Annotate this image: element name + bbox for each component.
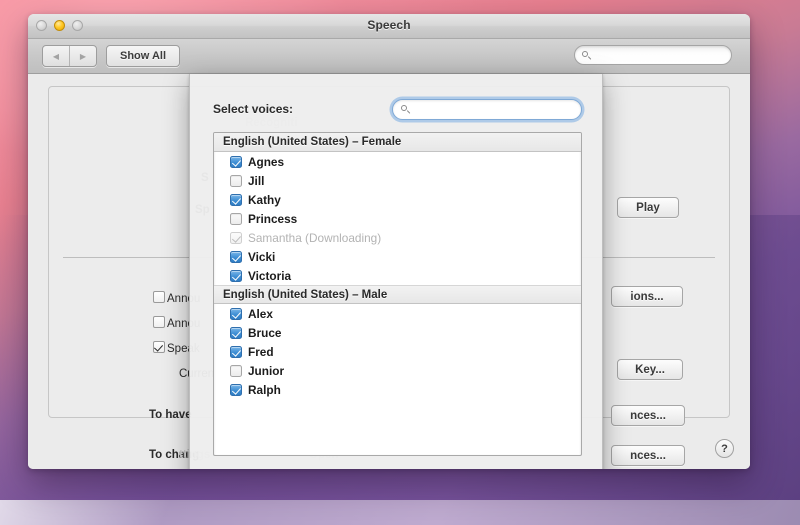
voice-checkbox[interactable] [230, 213, 242, 225]
voice-row[interactable]: Fred [214, 342, 581, 361]
background-button: ions... [611, 286, 683, 307]
voice-row: Samantha (Downloading) [214, 228, 581, 247]
voice-label: Ralph [248, 383, 281, 397]
voice-list[interactable]: English (United States) – Female Agnes Jil… [213, 132, 582, 456]
voice-row[interactable]: Princess [214, 209, 581, 228]
background-checkbox [153, 291, 165, 303]
search-icon [582, 51, 591, 60]
voice-row[interactable]: Jill [214, 171, 581, 190]
page-title: Speech [28, 18, 750, 32]
voice-search-field[interactable] [392, 99, 582, 120]
voice-label: Jill [248, 174, 264, 188]
voice-label: Samantha (Downloading) [248, 231, 381, 245]
forward-button[interactable]: ▶ [69, 46, 96, 66]
voice-group-header: English (United States) – Male [214, 285, 581, 304]
background-checkbox [153, 316, 165, 328]
voice-row[interactable]: Victoria [214, 266, 581, 285]
voice-label: Vicki [248, 250, 275, 264]
preferences-content: SSpAnnouAnnouSpeakCurrenTo haveTo chang … [28, 74, 750, 469]
voice-row[interactable]: Bruce [214, 323, 581, 342]
voice-checkbox[interactable] [230, 251, 242, 263]
background-button: Play [617, 197, 679, 218]
voice-checkbox[interactable] [230, 384, 242, 396]
back-button[interactable]: ◀ [43, 46, 69, 66]
voice-checkbox[interactable] [230, 346, 242, 358]
voice-label: Junior [248, 364, 284, 378]
voice-checkbox[interactable] [230, 194, 242, 206]
voice-checkbox [230, 232, 242, 244]
show-all-button[interactable]: Show All [106, 45, 180, 67]
system-preferences-window: Speech ◀ ▶ Show All SSpAnnouAnnouSpeakCu… [28, 14, 750, 469]
voice-checkbox[interactable] [230, 156, 242, 168]
toolbar-search-field[interactable] [574, 45, 732, 65]
window-titlebar[interactable]: Speech [28, 14, 750, 39]
voice-label: Alex [248, 307, 273, 321]
background-checkbox [153, 341, 165, 353]
voice-label: Kathy [248, 193, 281, 207]
voice-row[interactable]: Agnes [214, 152, 581, 171]
voice-checkbox[interactable] [230, 308, 242, 320]
voice-label: Agnes [248, 155, 284, 169]
background-button: nces... [611, 445, 685, 466]
window-toolbar: ◀ ▶ Show All [28, 39, 750, 74]
search-icon [401, 105, 410, 114]
search-input[interactable] [595, 48, 719, 62]
select-voices-sheet: Select voices: English (United States) –… [189, 74, 603, 469]
voice-row[interactable]: Kathy [214, 190, 581, 209]
voice-label: Bruce [248, 326, 281, 340]
voice-checkbox[interactable] [230, 327, 242, 339]
sheet-header: Select voices: [190, 96, 602, 122]
voice-row[interactable]: Vicki [214, 247, 581, 266]
voice-search-input[interactable] [415, 102, 574, 116]
voice-checkbox[interactable] [230, 270, 242, 282]
voice-group-header: English (United States) – Female [214, 133, 581, 152]
voice-row[interactable]: Alex [214, 304, 581, 323]
voice-label: Princess [248, 212, 297, 226]
background-label: To have [149, 409, 192, 421]
voice-label: Fred [248, 345, 274, 359]
voice-row[interactable]: Ralph [214, 380, 581, 399]
background-button: nces... [611, 405, 685, 426]
background-button: Key... [617, 359, 683, 380]
voice-checkbox[interactable] [230, 175, 242, 187]
voice-checkbox[interactable] [230, 365, 242, 377]
nav-segmented-control[interactable]: ◀ ▶ [42, 45, 97, 67]
voice-row[interactable]: Junior [214, 361, 581, 380]
select-voices-label: Select voices: [213, 102, 293, 116]
help-button[interactable]: ? [715, 439, 734, 458]
voice-label: Victoria [248, 269, 291, 283]
